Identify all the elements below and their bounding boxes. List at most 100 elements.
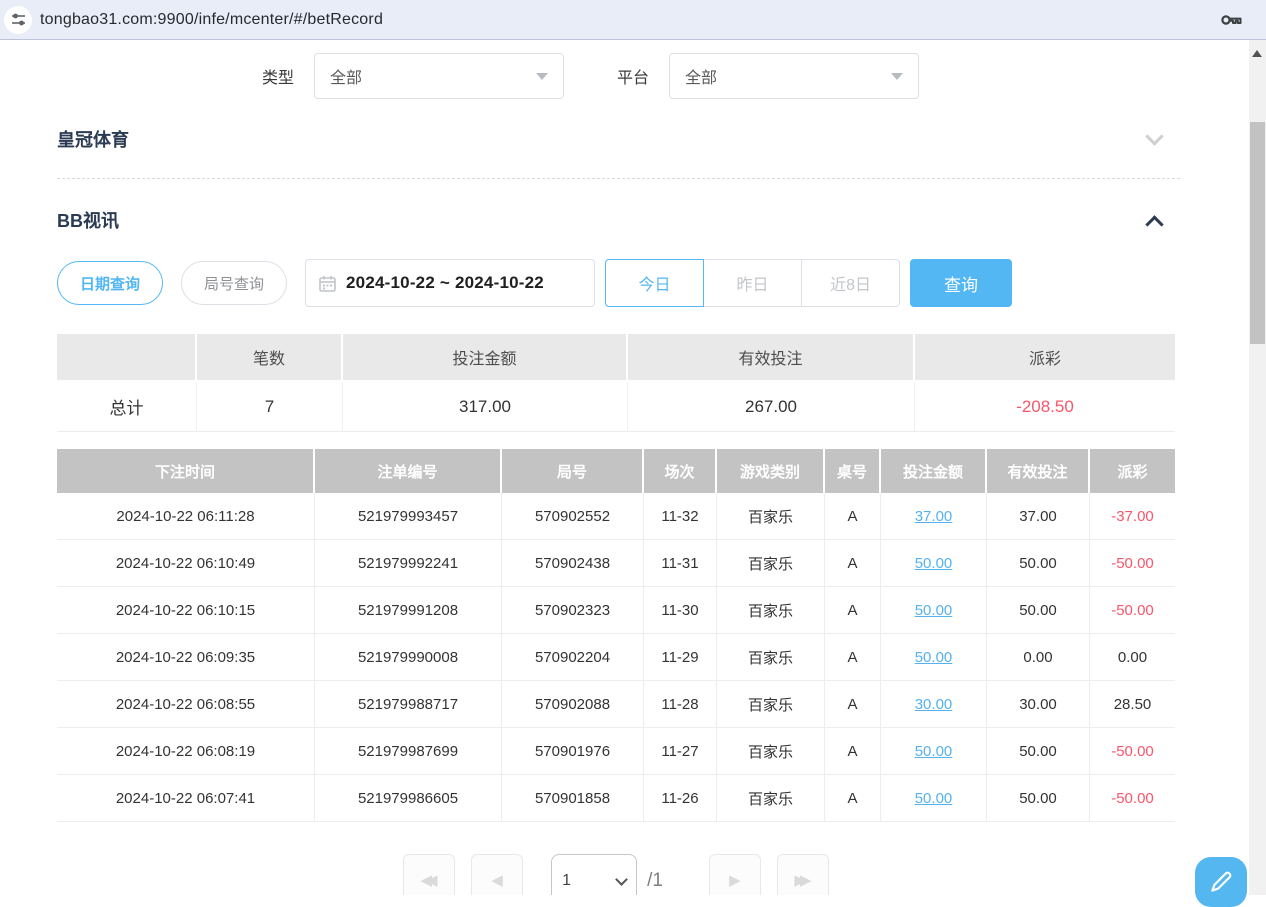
- prev-page-icon: ◀: [491, 871, 503, 889]
- summary-bet-amount: 317.00: [343, 382, 628, 432]
- column-header-time: 下注时间: [57, 449, 315, 493]
- last-page-icon: ▶▶: [794, 871, 805, 889]
- cell-time: 2024-10-22 06:09:35: [57, 634, 315, 681]
- cell-table-no: A: [825, 493, 881, 540]
- cell-bet-no: 521979987699: [315, 728, 502, 775]
- date-range-input[interactable]: 2024-10-22 ~ 2024-10-22: [305, 259, 595, 307]
- column-header-payout: 派彩: [1090, 449, 1175, 493]
- cell-amount: 50.00: [881, 775, 987, 822]
- cell-time: 2024-10-22 06:08:19: [57, 728, 315, 775]
- column-header-bet-no: 注单编号: [315, 449, 502, 493]
- column-header-amount: 投注金额: [881, 449, 987, 493]
- round-query-tab[interactable]: 局号查询: [181, 261, 287, 305]
- first-page-icon: ◀◀: [421, 871, 432, 889]
- summary-valid-bet: 267.00: [628, 382, 915, 432]
- amount-link[interactable]: 37.00: [915, 508, 953, 525]
- cell-round-no: 570902552: [502, 493, 644, 540]
- today-button[interactable]: 今日: [605, 259, 704, 307]
- chevron-up-icon[interactable]: [1145, 215, 1163, 233]
- summary-total-label: 总计: [57, 382, 197, 432]
- cell-bet-no: 521979986605: [315, 775, 502, 822]
- cell-payout: -50.00: [1090, 587, 1175, 634]
- cell-game: 百家乐: [717, 493, 825, 540]
- cell-payout: -50.00: [1090, 540, 1175, 587]
- cell-table-no: A: [825, 634, 881, 681]
- amount-link[interactable]: 50.00: [915, 743, 953, 760]
- cell-valid: 37.00: [987, 493, 1090, 540]
- cell-time: 2024-10-22 06:10:15: [57, 587, 315, 634]
- browser-address-bar[interactable]: tongbao31.com:9900/infe/mcenter/#/betRec…: [0, 0, 1266, 40]
- cell-bet-no: 521979990008: [315, 634, 502, 681]
- cell-amount: 50.00: [881, 728, 987, 775]
- last-8-days-button[interactable]: 近8日: [801, 259, 900, 307]
- cell-time: 2024-10-22 06:07:41: [57, 775, 315, 822]
- column-header-valid: 有效投注: [987, 449, 1090, 493]
- key-icon[interactable]: [1218, 8, 1244, 37]
- date-query-tab[interactable]: 日期查询: [57, 261, 163, 305]
- chevron-down-icon: [891, 73, 903, 80]
- amount-link[interactable]: 50.00: [915, 790, 953, 807]
- platform-select-value: 全部: [685, 64, 891, 88]
- cell-amount: 50.00: [881, 587, 987, 634]
- summary-payout: -208.50: [915, 382, 1175, 432]
- cell-table-no: A: [825, 775, 881, 822]
- url-text[interactable]: tongbao31.com:9900/infe/mcenter/#/betRec…: [40, 11, 383, 29]
- cell-payout: -37.00: [1090, 493, 1175, 540]
- filter-row: 类型 全部 平台 全部: [262, 52, 1175, 100]
- customer-service-button[interactable]: [1195, 857, 1247, 907]
- cell-amount: 30.00: [881, 681, 987, 728]
- amount-link[interactable]: 50.00: [915, 555, 953, 572]
- cell-bet-no: 521979988717: [315, 681, 502, 728]
- type-filter-label: 类型: [262, 64, 294, 88]
- type-select-value: 全部: [330, 64, 536, 88]
- first-page-button[interactable]: ◀◀: [403, 854, 455, 895]
- column-header-table-no: 桌号: [825, 449, 881, 493]
- chevron-down-icon: [615, 873, 628, 886]
- page-scrollbar[interactable]: [1249, 40, 1266, 895]
- cell-round-no: 570901858: [502, 775, 644, 822]
- section-divider: [57, 178, 1180, 179]
- amount-link[interactable]: 50.00: [915, 602, 953, 619]
- cell-valid: 50.00: [987, 540, 1090, 587]
- chevron-down-icon: [536, 73, 548, 80]
- chevron-down-icon[interactable]: [1145, 127, 1163, 145]
- cell-session: 11-28: [644, 681, 717, 728]
- cell-game: 百家乐: [717, 775, 825, 822]
- summary-header-bet-amount: 投注金额: [343, 334, 628, 382]
- cell-payout: 28.50: [1090, 681, 1175, 728]
- page-select[interactable]: 1: [551, 854, 637, 895]
- cell-valid: 50.00: [987, 728, 1090, 775]
- type-select[interactable]: 全部: [314, 53, 564, 99]
- quick-range-group: 今日 昨日 近8日: [605, 259, 900, 307]
- cell-amount: 50.00: [881, 540, 987, 587]
- prev-page-button[interactable]: ◀: [471, 854, 523, 895]
- cell-round-no: 570902438: [502, 540, 644, 587]
- platform-filter-label: 平台: [617, 64, 649, 88]
- cell-bet-no: 521979992241: [315, 540, 502, 587]
- next-page-button[interactable]: ▶: [709, 854, 761, 895]
- section-bb-video[interactable]: BB视讯: [57, 197, 1175, 243]
- yesterday-button[interactable]: 昨日: [703, 259, 802, 307]
- scrollbar-thumb[interactable]: [1250, 122, 1265, 344]
- pencil-icon: [1208, 869, 1234, 895]
- cell-table-no: A: [825, 728, 881, 775]
- cell-game: 百家乐: [717, 728, 825, 775]
- site-info-icon[interactable]: [4, 6, 32, 34]
- calendar-icon: [319, 275, 336, 292]
- query-bar: 日期查询 局号查询 2024-10-22 ~ 2024-10-22 今日 昨日: [57, 259, 1175, 307]
- scroll-up-icon[interactable]: [1252, 50, 1262, 57]
- section-crown-sports[interactable]: 皇冠体育: [57, 118, 1175, 160]
- column-header-round-no: 局号: [502, 449, 644, 493]
- last-page-button[interactable]: ▶▶: [777, 854, 829, 895]
- cell-round-no: 570902204: [502, 634, 644, 681]
- summary-header-count: 笔数: [197, 334, 343, 382]
- summary-table: 笔数 投注金额 有效投注 派彩 总计 7 317.00 267.00 -208.…: [57, 334, 1175, 432]
- summary-header-payout: 派彩: [915, 334, 1175, 382]
- summary-header-valid-bet: 有效投注: [628, 334, 915, 382]
- search-button[interactable]: 查询: [910, 259, 1012, 307]
- amount-link[interactable]: 30.00: [915, 696, 953, 713]
- page-select-value: 1: [562, 872, 617, 890]
- platform-select[interactable]: 全部: [669, 53, 919, 99]
- bet-record-page: 类型 全部 平台 全部 皇冠体育 BB视讯 日期查询 局号查询: [0, 40, 1249, 895]
- amount-link[interactable]: 50.00: [915, 649, 953, 666]
